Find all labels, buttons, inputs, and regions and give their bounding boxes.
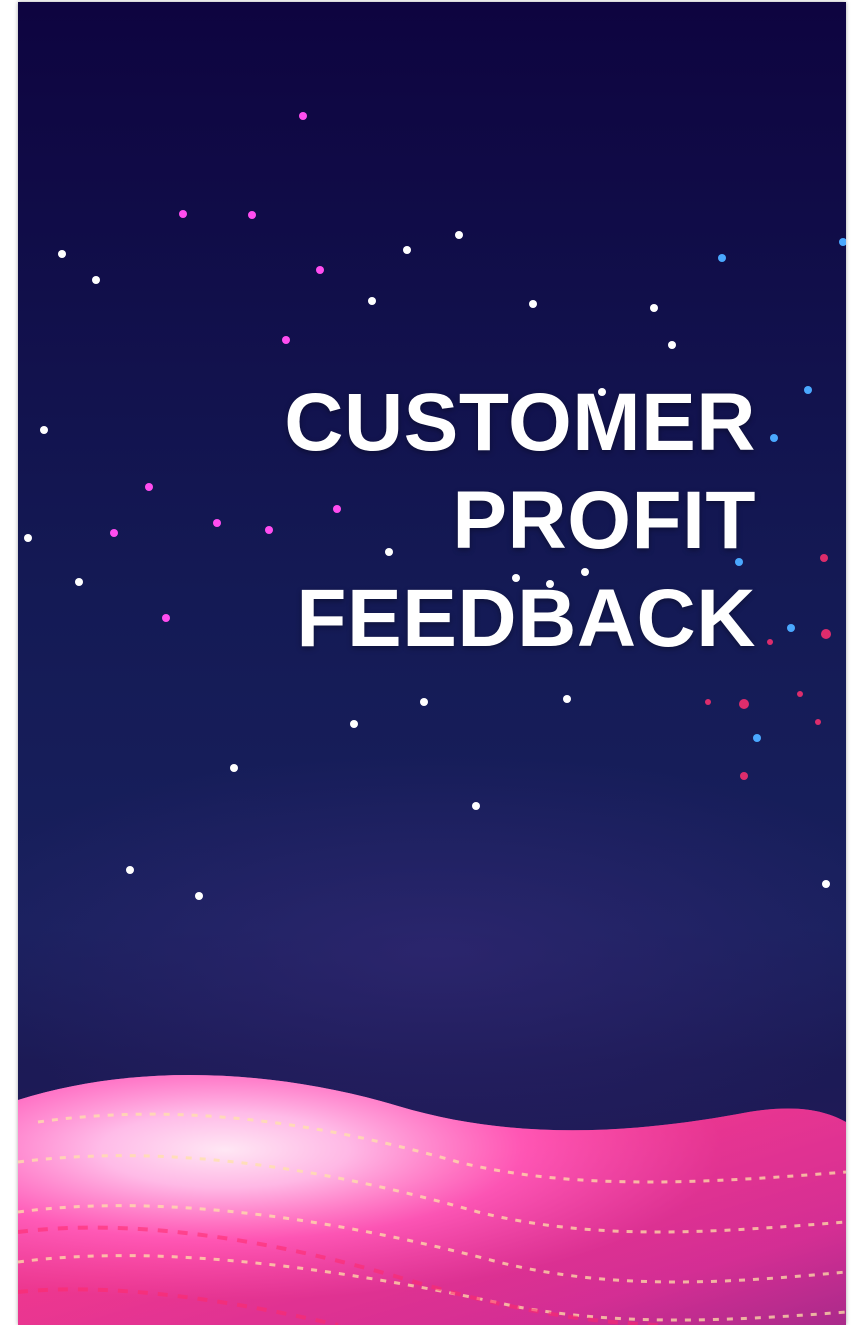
page: CUSTOMER PROFIT FEEDBACK xyxy=(0,0,856,1325)
cover-image: CUSTOMER PROFIT FEEDBACK xyxy=(18,2,846,1325)
title-line-2: PROFIT xyxy=(452,475,756,566)
title-line-1: CUSTOMER xyxy=(284,377,756,468)
title-line-3: FEEDBACK xyxy=(296,573,756,664)
cover-title: CUSTOMER PROFIT FEEDBACK xyxy=(196,374,756,668)
